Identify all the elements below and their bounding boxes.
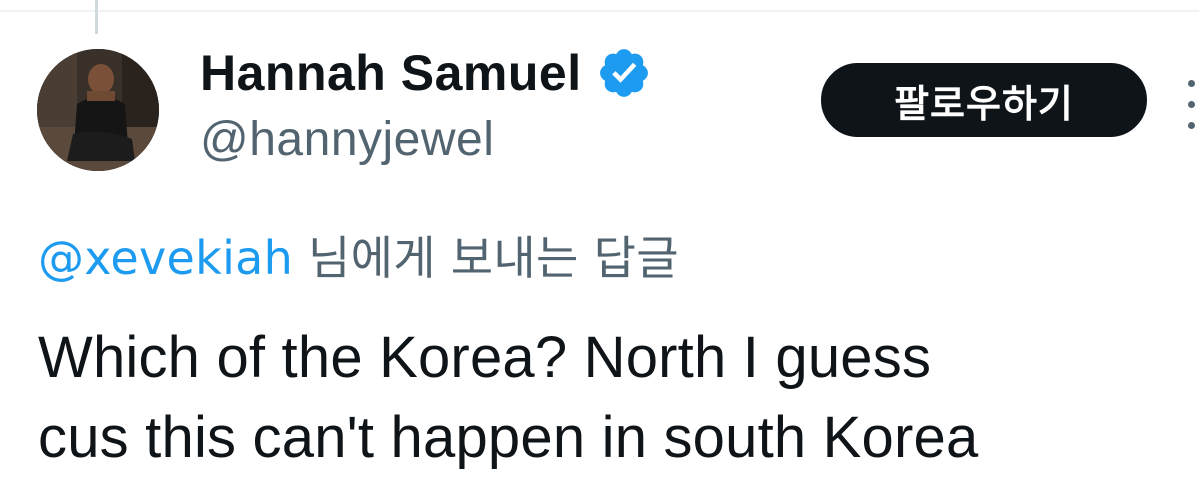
thread-connector-line: [95, 0, 98, 34]
avatar-photo-icon: [37, 49, 159, 171]
author-display-name[interactable]: Hannah Samuel: [200, 44, 582, 102]
reply-mention-link[interactable]: @xevekiah: [38, 231, 293, 285]
top-divider: [0, 10, 1199, 12]
author-handle[interactable]: @hannyjewel: [200, 112, 494, 167]
reply-context: @xevekiah 님에게 보내는 답글: [38, 222, 679, 288]
more-horizontal-icon[interactable]: [1188, 80, 1199, 130]
follow-button[interactable]: 팔로우하기: [821, 63, 1147, 137]
verified-badge-icon[interactable]: [596, 45, 652, 101]
tweet-text-line: Which of the Korea? North I guess: [38, 325, 932, 390]
reply-suffix: 님에게 보내는 답글: [293, 231, 679, 285]
tweet-text-line: cus this can't happen in south Korea: [38, 405, 979, 470]
tweet-text: Which of the Korea? North I guess cus th…: [38, 318, 1199, 478]
avatar[interactable]: [37, 49, 159, 171]
author-name-row: Hannah Samuel: [200, 40, 652, 106]
